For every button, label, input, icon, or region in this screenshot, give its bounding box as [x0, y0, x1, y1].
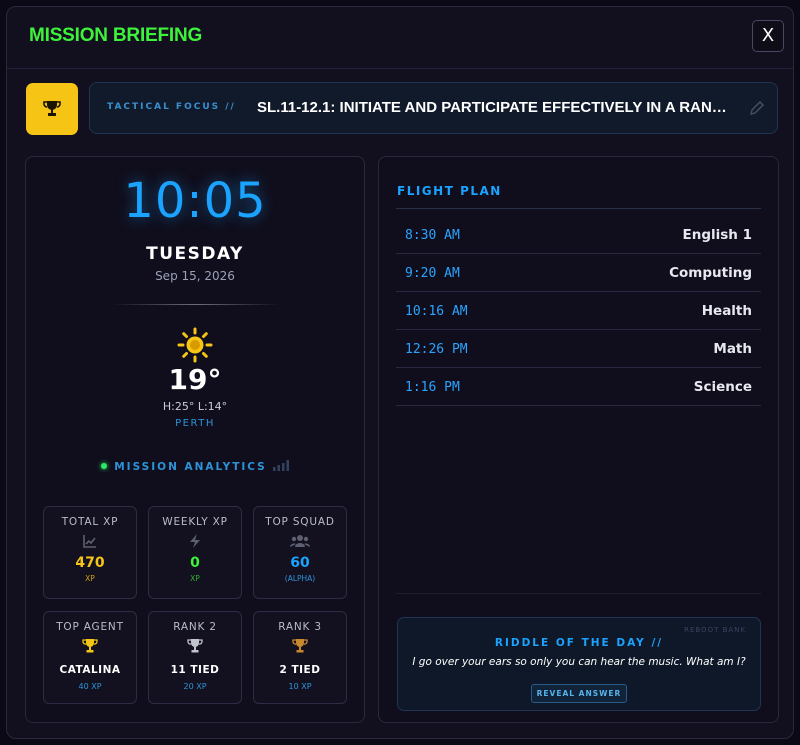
divider	[396, 208, 761, 209]
weather-high-low: H:25° L:14°	[162, 400, 228, 413]
stat-name: 2 TIED	[279, 664, 321, 676]
schedule-row[interactable]: 12:26 PM Math	[396, 330, 761, 368]
stat-card-top-squad: TOP SQUAD 60 (ALPHA)	[253, 506, 347, 599]
sun-icon	[177, 327, 213, 363]
schedule-time: 9:20 AM	[405, 266, 460, 281]
divider	[111, 304, 281, 305]
mission-analytics-heading: MISSION ANALYTICS	[26, 460, 364, 473]
stat-label: TOP AGENT	[56, 621, 124, 633]
stat-value: 60	[290, 555, 310, 571]
stat-value: 470	[75, 555, 105, 571]
close-button[interactable]: X	[752, 20, 784, 52]
schedule-subject: Math	[713, 341, 752, 357]
stat-card-rank-2: RANK 2 11 TIED 20 XP	[148, 611, 242, 704]
schedule-row[interactable]: 9:20 AM Computing	[396, 254, 761, 292]
stat-unit: XP	[190, 574, 200, 583]
stat-name: CATALINA	[59, 664, 121, 676]
stat-card-top-agent: TOP AGENT CATALINA 40 XP	[43, 611, 137, 704]
flight-plan-panel: FLIGHT PLAN 8:30 AM English 1 9:20 AM Co…	[378, 156, 779, 723]
modal-header: MISSION BRIEFING X	[7, 7, 793, 69]
tactical-focus-bar[interactable]: TACTICAL FOCUS // SL.11-12.1: INITIATE A…	[89, 82, 778, 134]
stat-name: 11 TIED	[170, 664, 220, 676]
stat-label: RANK 3	[278, 621, 322, 633]
status-dot	[101, 463, 108, 469]
users-icon	[290, 535, 310, 547]
stat-value: 0	[190, 555, 200, 571]
stat-label: RANK 2	[173, 621, 217, 633]
flight-plan-title: FLIGHT PLAN	[397, 184, 502, 198]
schedule-row[interactable]: 1:16 PM Science	[396, 368, 761, 406]
schedule-subject: English 1	[682, 227, 753, 243]
schedule-time: 12:26 PM	[405, 342, 468, 357]
schedule-row[interactable]: 10:16 AM Health	[396, 292, 761, 330]
schedule-time: 1:16 PM	[405, 380, 460, 395]
clock-time: 10:05	[123, 173, 267, 229]
reveal-answer-button[interactable]: REVEAL ANSWER	[531, 684, 627, 703]
riddle-title: RIDDLE OF THE DAY //	[494, 637, 664, 649]
silver-trophy-icon	[187, 639, 203, 653]
modal-title: MISSION BRIEFING	[29, 25, 203, 46]
clock-date: Sep 15, 2026	[155, 269, 235, 283]
schedule-subject: Computing	[669, 265, 752, 281]
stat-label: WEEKLY XP	[162, 516, 228, 528]
stat-card-weekly-xp: WEEKLY XP 0 XP	[148, 506, 242, 599]
stat-label: TOP SQUAD	[265, 516, 335, 528]
schedule-subject: Health	[701, 303, 752, 319]
stat-card-rank-3: RANK 3 2 TIED 10 XP	[253, 611, 347, 704]
bronze-trophy-icon	[292, 639, 308, 653]
stat-sub: 10 XP	[288, 682, 312, 691]
mission-analytics-label: MISSION ANALYTICS	[114, 461, 267, 473]
stat-sub: 40 XP	[78, 682, 102, 691]
mission-briefing-modal: MISSION BRIEFING X TACTICAL FOCUS // SL.…	[6, 6, 794, 739]
trophy-badge	[26, 83, 78, 135]
tactical-focus-text: SL.11-12.1: INITIATE AND PARTICIPATE EFF…	[257, 99, 737, 116]
gold-trophy-icon	[82, 639, 98, 653]
stat-label: TOTAL XP	[61, 516, 119, 528]
signal-bars-icon	[272, 460, 289, 471]
weather-temperature: 19°	[168, 363, 222, 396]
weather-city: PERTH	[175, 418, 215, 429]
stat-unit: (ALPHA)	[284, 574, 316, 583]
trend-chart-icon	[83, 535, 96, 548]
stat-unit: XP	[85, 574, 95, 583]
riddle-card: REBOOT BANK RIDDLE OF THE DAY // I go ov…	[397, 617, 761, 711]
schedule-row[interactable]: 8:30 AM English 1	[396, 216, 761, 254]
reboot-bank-link[interactable]: REBOOT BANK	[684, 626, 746, 634]
lightning-icon	[190, 534, 200, 548]
schedule-subject: Science	[693, 379, 752, 395]
stat-card-total-xp: TOTAL XP 470 XP	[43, 506, 137, 599]
divider	[396, 593, 761, 594]
pencil-icon[interactable]	[749, 100, 765, 116]
trophy-icon	[43, 101, 61, 116]
schedule-time: 10:16 AM	[405, 304, 468, 319]
status-panel: 10:05 TUESDAY Sep 15, 2026 19° H:25° L:1…	[25, 156, 365, 723]
stat-sub: 20 XP	[183, 682, 207, 691]
riddle-text: I go over your ears so only you can hear…	[412, 656, 746, 668]
tactical-focus-label: TACTICAL FOCUS //	[107, 102, 236, 112]
schedule-time: 8:30 AM	[405, 228, 460, 243]
clock-day: TUESDAY	[146, 244, 244, 264]
